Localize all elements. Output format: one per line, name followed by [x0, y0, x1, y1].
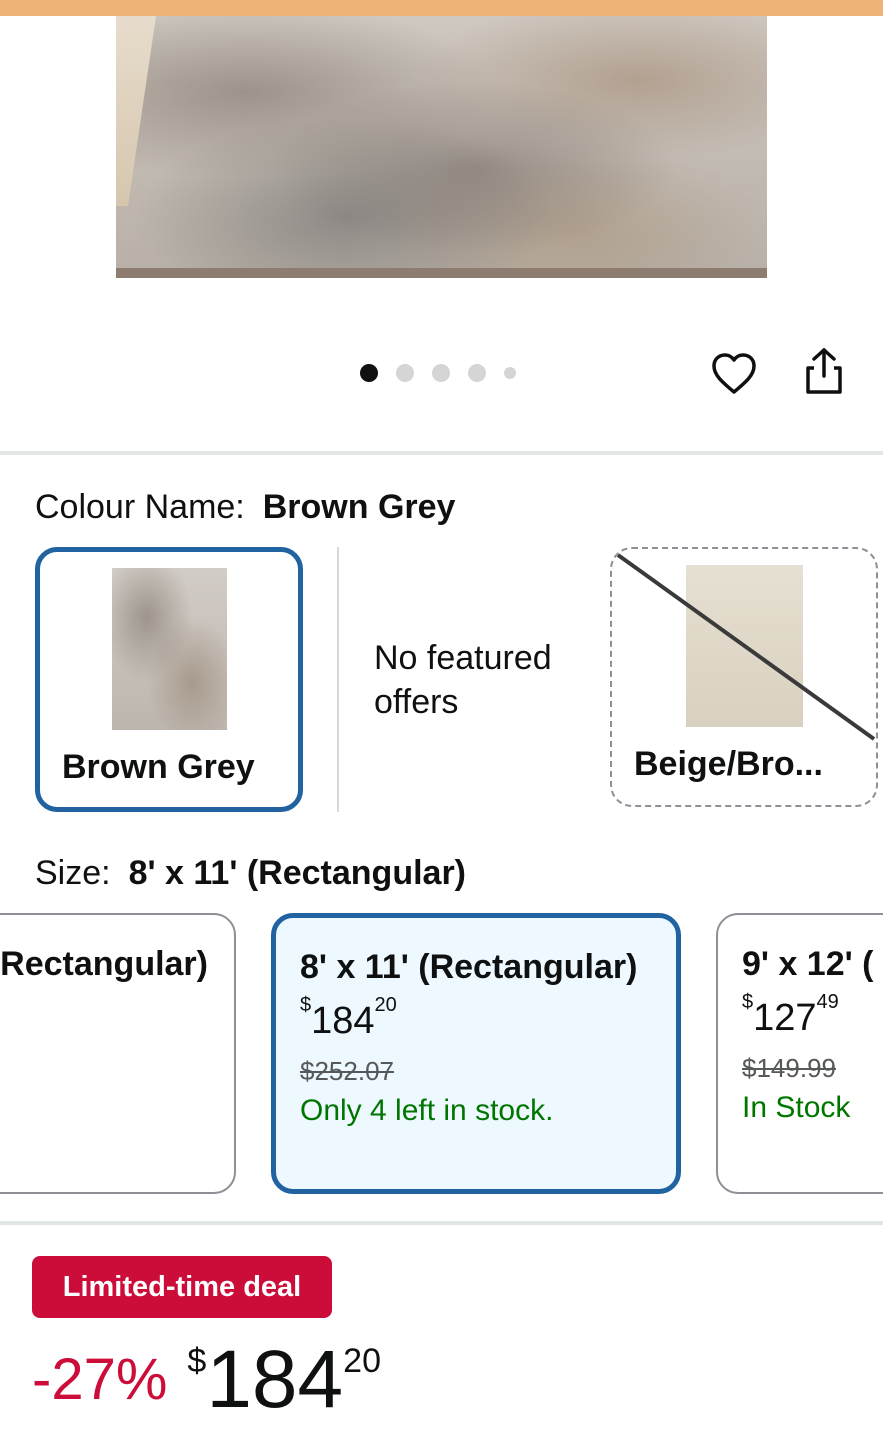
price-whole: 184 — [206, 1334, 344, 1425]
price-fraction: 49 — [816, 991, 839, 1014]
gallery-dot-3[interactable] — [432, 364, 450, 382]
price-currency: $ — [187, 1342, 207, 1380]
size-option-was-price: $149.99 — [742, 1053, 836, 1083]
size-row: Size: 8' x 11' (Rectangular) — [35, 854, 466, 893]
price-whole: 184 — [311, 1000, 375, 1042]
price-fraction: 20 — [343, 1342, 381, 1380]
heart-icon[interactable] — [710, 350, 758, 398]
size-selected-value: 8' x 11' (Rectangular) — [128, 854, 467, 892]
colour-thumbnail — [112, 568, 227, 730]
product-image[interactable] — [116, 16, 767, 278]
colour-separator — [337, 547, 339, 812]
price-currency: $ — [742, 991, 754, 1014]
price-whole: 127 — [753, 997, 817, 1039]
colour-option-label: Brown Grey — [62, 748, 255, 786]
size-option-card[interactable]: Rectangular) — [0, 913, 236, 1194]
size-option-was-price: $252.07 — [300, 1056, 394, 1086]
section-divider — [0, 451, 883, 455]
size-option-title: 9' x 12' ( — [742, 945, 874, 983]
limited-time-deal-badge: Limited-time deal — [32, 1256, 332, 1318]
share-icon[interactable] — [800, 346, 848, 398]
colour-selected-value: Brown Grey — [262, 488, 456, 526]
section-divider — [0, 1221, 883, 1225]
gallery-dot-4[interactable] — [468, 364, 486, 382]
colour-name-row: Colour Name: Brown Grey — [35, 488, 455, 527]
size-option-title: Rectangular) — [0, 945, 208, 983]
price-currency: $ — [300, 994, 312, 1017]
deal-price-row: -27% $ 184 20 — [32, 1334, 381, 1425]
size-option-price: $18420 — [300, 994, 397, 1043]
gallery-dot-5[interactable] — [504, 367, 516, 379]
gallery-dot-2[interactable] — [396, 364, 414, 382]
size-label: Size: — [35, 854, 111, 892]
size-option-title: 8' x 11' (Rectangular) — [300, 948, 638, 986]
discount-percent: -27% — [32, 1347, 168, 1412]
price-fraction: 20 — [374, 994, 397, 1017]
no-featured-offers-text: No featured offers — [374, 639, 552, 721]
top-strip — [0, 0, 883, 16]
size-option-card-selected[interactable]: 8' x 11' (Rectangular) $18420 $252.07 On… — [271, 913, 681, 1194]
colour-label: Colour Name: — [35, 488, 245, 526]
size-option-stock: Only 4 left in stock. — [300, 1094, 554, 1127]
gallery-dots — [360, 364, 516, 382]
size-option-price: $12749 — [742, 991, 839, 1040]
size-option-stock: In Stock — [742, 1091, 851, 1124]
gallery-dot-1[interactable] — [360, 364, 378, 382]
colour-option-beige-brown[interactable]: Beige/Bro... — [610, 547, 878, 807]
size-option-card[interactable]: 9' x 12' ( $12749 $149.99 In Stock — [716, 913, 883, 1194]
colour-option-brown-grey[interactable]: Brown Grey — [35, 547, 303, 812]
colour-option-label: Beige/Bro... — [634, 745, 823, 783]
